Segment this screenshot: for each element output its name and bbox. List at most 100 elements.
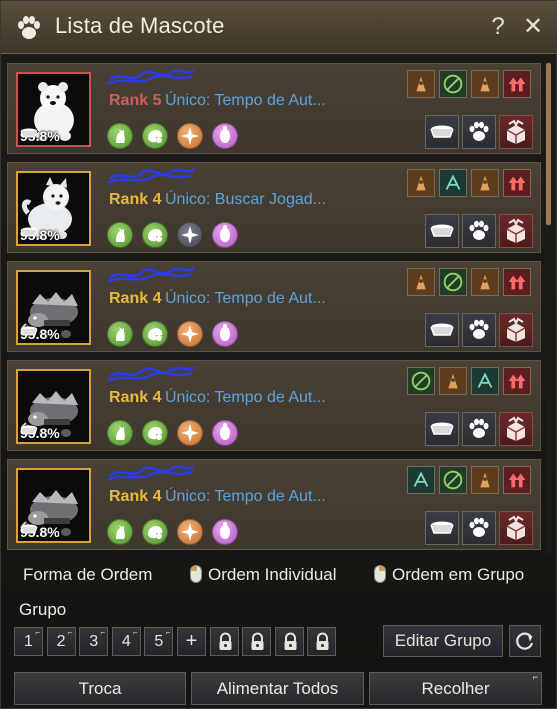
pet-skill-icon[interactable] bbox=[212, 123, 238, 149]
group-2-button[interactable]: 2 ⌐ bbox=[46, 627, 76, 656]
release-pet-button[interactable] bbox=[499, 511, 533, 545]
pet-paw-button[interactable] bbox=[462, 313, 496, 347]
pet-talent-icon[interactable] bbox=[503, 466, 531, 494]
pet-talent-icon[interactable] bbox=[503, 268, 531, 296]
refresh-button[interactable] bbox=[509, 625, 541, 657]
pet-unique-skill[interactable]: Único: Tempo de Aut... bbox=[165, 92, 326, 110]
pet-skill-icon[interactable] bbox=[177, 519, 203, 545]
pet-talent-icon[interactable] bbox=[471, 367, 499, 395]
pet-talent-icon[interactable] bbox=[503, 169, 531, 197]
pet-talent-icon[interactable] bbox=[439, 169, 467, 197]
pet-skill-icon[interactable] bbox=[177, 420, 203, 446]
pet-name-redacted bbox=[106, 165, 196, 187]
add-group-button[interactable]: + bbox=[176, 627, 206, 656]
pet-talent-icon[interactable] bbox=[503, 367, 531, 395]
pet-talent-icon[interactable] bbox=[407, 70, 435, 98]
pet-talent-icon[interactable] bbox=[471, 268, 499, 296]
group-3-button[interactable]: 3 ⌐ bbox=[79, 627, 109, 656]
group-4-button[interactable]: 4 ⌐ bbox=[111, 627, 141, 656]
pet-skill-icon[interactable] bbox=[107, 519, 133, 545]
pet-card[interactable]: 95.8% Rank 5 Único: Tempo de Aut... bbox=[7, 63, 541, 154]
pet-unique-skill[interactable]: Único: Buscar Jogad... bbox=[165, 191, 326, 209]
pet-skill-icon[interactable] bbox=[212, 420, 238, 446]
pet-skill-icon[interactable] bbox=[107, 222, 133, 248]
pet-talent-icon[interactable] bbox=[439, 70, 467, 98]
pet-talent-icon[interactable] bbox=[471, 466, 499, 494]
release-pet-button[interactable] bbox=[499, 412, 533, 446]
pet-card[interactable]: 95.8% Rank 4 Único: Tempo de Aut... bbox=[7, 459, 541, 550]
pet-card[interactable]: 95.8% Rank 4 Único: Buscar Jogad... bbox=[7, 162, 541, 253]
pet-portrait[interactable]: 95.8% bbox=[16, 468, 91, 543]
trade-button[interactable]: Troca bbox=[14, 672, 186, 705]
pet-skill-icon[interactable] bbox=[107, 420, 133, 446]
pet-paw-button[interactable] bbox=[462, 115, 496, 149]
name-redaction-scribble bbox=[107, 365, 195, 383]
pet-skill-icon[interactable] bbox=[107, 123, 133, 149]
pet-skill-icon[interactable] bbox=[142, 321, 168, 347]
locked-group-slot[interactable] bbox=[242, 627, 272, 656]
pet-talent-icon[interactable] bbox=[439, 466, 467, 494]
pet-unique-skill[interactable]: Único: Tempo de Aut... bbox=[165, 389, 326, 407]
pet-skill-icon[interactable] bbox=[142, 420, 168, 446]
feed-pet-button[interactable] bbox=[425, 313, 459, 347]
pet-skill-icon[interactable] bbox=[142, 519, 168, 545]
food-bowl-icon bbox=[430, 422, 454, 435]
pet-paw-button[interactable] bbox=[462, 214, 496, 248]
feed-pet-button[interactable] bbox=[425, 412, 459, 446]
pet-talent-icon[interactable] bbox=[407, 169, 435, 197]
pet-skill-icon[interactable] bbox=[142, 123, 168, 149]
pet-talent-icon[interactable] bbox=[407, 367, 435, 395]
pet-paw-button[interactable] bbox=[462, 511, 496, 545]
pet-skill-icon[interactable] bbox=[107, 321, 133, 347]
locked-group-slot[interactable] bbox=[307, 627, 337, 656]
pet-skill-icon[interactable] bbox=[212, 519, 238, 545]
name-redaction-scribble bbox=[107, 464, 195, 482]
feed-all-button[interactable]: Alimentar Todos bbox=[191, 672, 364, 705]
pet-skill-icon[interactable] bbox=[142, 222, 168, 248]
group-5-button[interactable]: 5 ⌐ bbox=[144, 627, 174, 656]
pet-portrait[interactable]: 95.8% bbox=[16, 171, 91, 246]
scroll-thumb[interactable] bbox=[546, 63, 551, 225]
pet-paw-button[interactable] bbox=[462, 412, 496, 446]
release-pet-button[interactable] bbox=[499, 214, 533, 248]
name-redaction-scribble bbox=[107, 167, 195, 185]
pet-talent-icon[interactable] bbox=[471, 70, 499, 98]
pet-portrait[interactable]: 95.8% bbox=[16, 72, 91, 147]
pet-talent-icon[interactable] bbox=[407, 268, 435, 296]
pet-skill-icon[interactable] bbox=[177, 123, 203, 149]
close-button[interactable]: ✕ bbox=[519, 13, 547, 41]
locked-group-slot[interactable] bbox=[209, 627, 239, 656]
feed-pet-button[interactable] bbox=[425, 511, 459, 545]
refresh-icon bbox=[516, 632, 534, 650]
pet-talent-icon[interactable] bbox=[407, 466, 435, 494]
pet-card[interactable]: 95.8% Rank 4 Único: Tempo de Aut... bbox=[7, 360, 541, 451]
pet-unique-skill[interactable]: Único: Tempo de Aut... bbox=[165, 290, 326, 308]
pet-name-redacted bbox=[106, 264, 196, 286]
release-pet-button[interactable] bbox=[499, 115, 533, 149]
edit-group-button[interactable]: Editar Grupo bbox=[383, 625, 503, 657]
pet-unique-skill[interactable]: Único: Tempo de Aut... bbox=[165, 488, 326, 506]
pet-talent-icon[interactable] bbox=[471, 169, 499, 197]
pet-skill-icon[interactable] bbox=[177, 222, 203, 248]
order-group-option[interactable]: Ordem em Grupo bbox=[374, 565, 524, 585]
order-individual-option[interactable]: Ordem Individual bbox=[190, 565, 337, 585]
scrollbar[interactable] bbox=[545, 63, 552, 553]
pet-skill-icon[interactable] bbox=[177, 321, 203, 347]
pet-talents bbox=[403, 169, 531, 197]
release-pet-button[interactable] bbox=[499, 313, 533, 347]
locked-group-slot[interactable] bbox=[274, 627, 304, 656]
title-bar[interactable]: Lista de Mascote ? ✕ bbox=[1, 1, 557, 54]
pet-skill-icon[interactable] bbox=[212, 321, 238, 347]
pet-skill-icon[interactable] bbox=[212, 222, 238, 248]
group-1-button[interactable]: 1 ⌐ bbox=[14, 627, 43, 656]
pet-portrait[interactable]: 95.8% bbox=[16, 270, 91, 345]
help-button[interactable]: ? bbox=[484, 13, 512, 41]
pet-talent-icon[interactable] bbox=[503, 70, 531, 98]
feed-pet-button[interactable] bbox=[425, 115, 459, 149]
feed-pet-button[interactable] bbox=[425, 214, 459, 248]
pet-card[interactable]: 95.8% Rank 4 Único: Tempo de Aut... bbox=[7, 261, 541, 352]
pet-portrait[interactable]: 95.8% bbox=[16, 369, 91, 444]
pet-talent-icon[interactable] bbox=[439, 268, 467, 296]
pet-talent-icon[interactable] bbox=[439, 367, 467, 395]
collect-button[interactable]: Recolher ⌐ bbox=[369, 672, 542, 705]
